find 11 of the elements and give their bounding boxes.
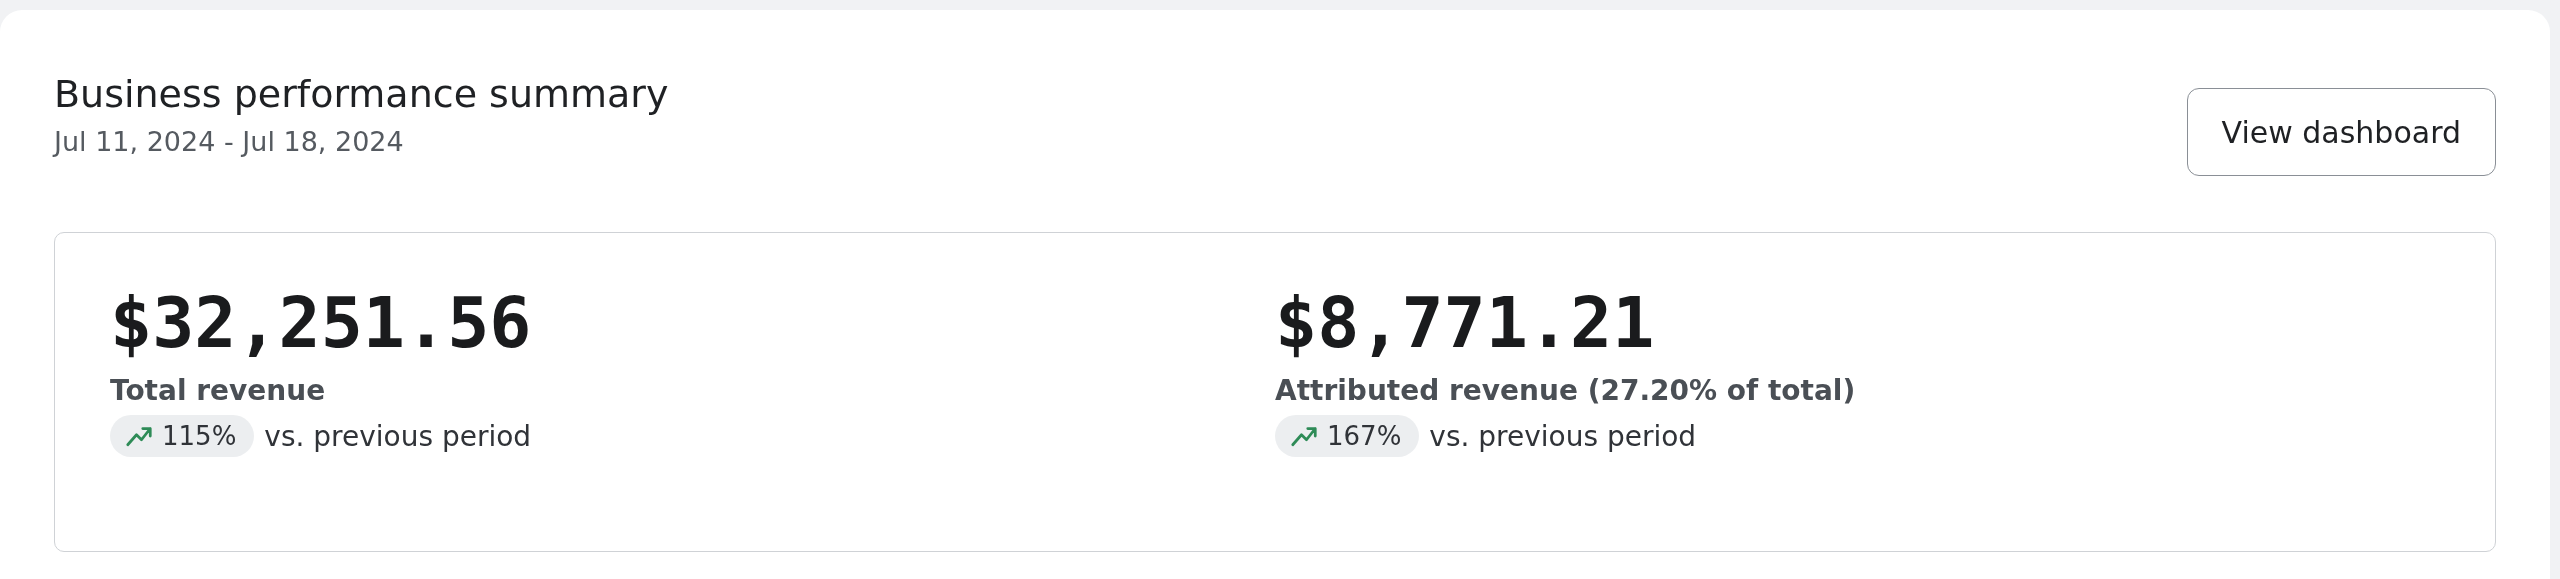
- comparison-text: vs. previous period: [264, 419, 532, 453]
- change-badge: 167%: [1275, 415, 1420, 457]
- metric-value: $32,251.56: [110, 285, 532, 362]
- metric-label: Total revenue: [110, 374, 326, 407]
- metric-label: Attributed revenue (27.20% of total): [1275, 374, 1856, 407]
- date-range: Jul 11, 2024 - Jul 18, 2024: [54, 126, 405, 157]
- view-dashboard-button[interactable]: View dashboard: [2186, 88, 2496, 176]
- card-title: Business performance summary: [54, 72, 669, 116]
- metric-value: $8,771.21: [1275, 285, 1655, 362]
- comparison-text: vs. previous period: [1429, 419, 1697, 453]
- change-badge: 115%: [110, 415, 255, 457]
